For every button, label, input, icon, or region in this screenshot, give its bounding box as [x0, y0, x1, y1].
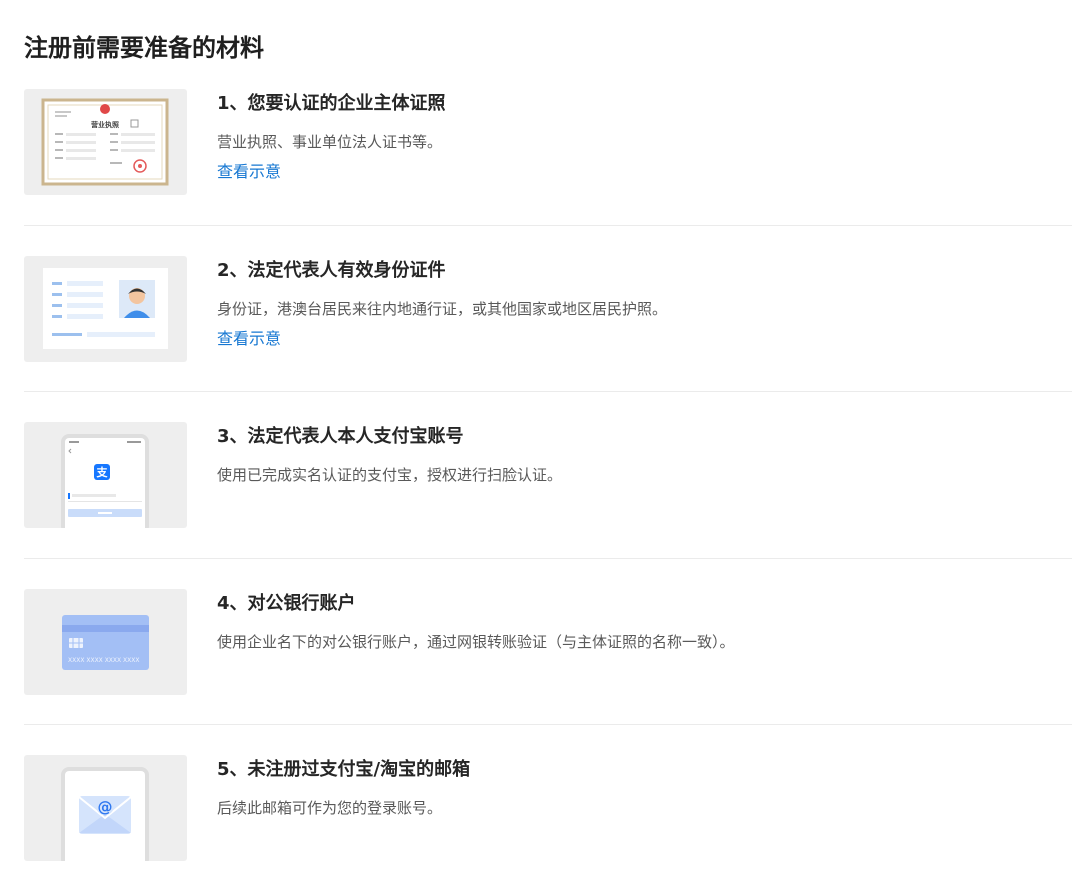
- material-item-id-card: 2、法定代表人有效身份证件 身份证，港澳台居民来往内地通行证，或其他国家或地区居…: [24, 256, 1072, 362]
- item-title: 2、法定代表人有效身份证件: [217, 260, 446, 281]
- view-example-link[interactable]: 查看示意: [217, 161, 281, 183]
- material-item-alipay-account: 支 3、法定代表人本人支付宝账号 使用已完成实名认证的支付宝，授权进行扫脸认证。: [24, 422, 1072, 528]
- license-title-text: 营业执照: [91, 120, 119, 129]
- divider: [24, 558, 1072, 559]
- view-example-link[interactable]: 查看示意: [217, 328, 281, 350]
- item-description: 营业执照、事业单位法人证书等。: [217, 133, 443, 151]
- item-title: 3、法定代表人本人支付宝账号: [217, 426, 464, 447]
- item-title: 1、您要认证的企业主体证照: [217, 93, 446, 114]
- material-item-bank-account: XXXX XXXX XXXX XXXX 4、对公银行账户 使用企业名下的对公银行…: [24, 589, 1072, 695]
- card-number-text: XXXX XXXX XXXX XXXX: [68, 657, 140, 664]
- material-item-email: @ 5、未注册过支付宝/淘宝的邮箱 后续此邮箱可作为您的登录账号。: [24, 755, 1072, 861]
- divider: [24, 225, 1072, 226]
- divider: [24, 391, 1072, 392]
- id-card-illustration: [24, 256, 187, 362]
- item-title: 5、未注册过支付宝/淘宝的邮箱: [217, 759, 471, 780]
- business-license-illustration: 营业执照: [24, 89, 187, 195]
- alipay-logo-icon: 支: [96, 465, 109, 479]
- item-description: 身份证，港澳台居民来往内地通行证，或其他国家或地区居民护照。: [217, 300, 668, 318]
- at-sign-icon: @: [98, 798, 113, 816]
- item-description: 后续此邮箱可作为您的登录账号。: [217, 799, 443, 817]
- email-envelope-illustration: @: [24, 755, 187, 861]
- item-description: 使用企业名下的对公银行账户，通过网银转账验证（与主体证照的名称一致）。: [217, 633, 735, 651]
- item-title: 4、对公银行账户: [217, 593, 356, 614]
- item-description: 使用已完成实名认证的支付宝，授权进行扫脸认证。: [217, 466, 563, 484]
- bank-card-illustration: XXXX XXXX XXXX XXXX: [24, 589, 187, 695]
- page-title: 注册前需要准备的材料: [24, 34, 264, 62]
- divider: [24, 724, 1072, 725]
- alipay-phone-illustration: 支: [24, 422, 187, 528]
- material-item-business-license: 营业执照 1、您要认证的企业主体证照 营业执照、事业单位法人证书等。 查看示意: [24, 89, 1072, 195]
